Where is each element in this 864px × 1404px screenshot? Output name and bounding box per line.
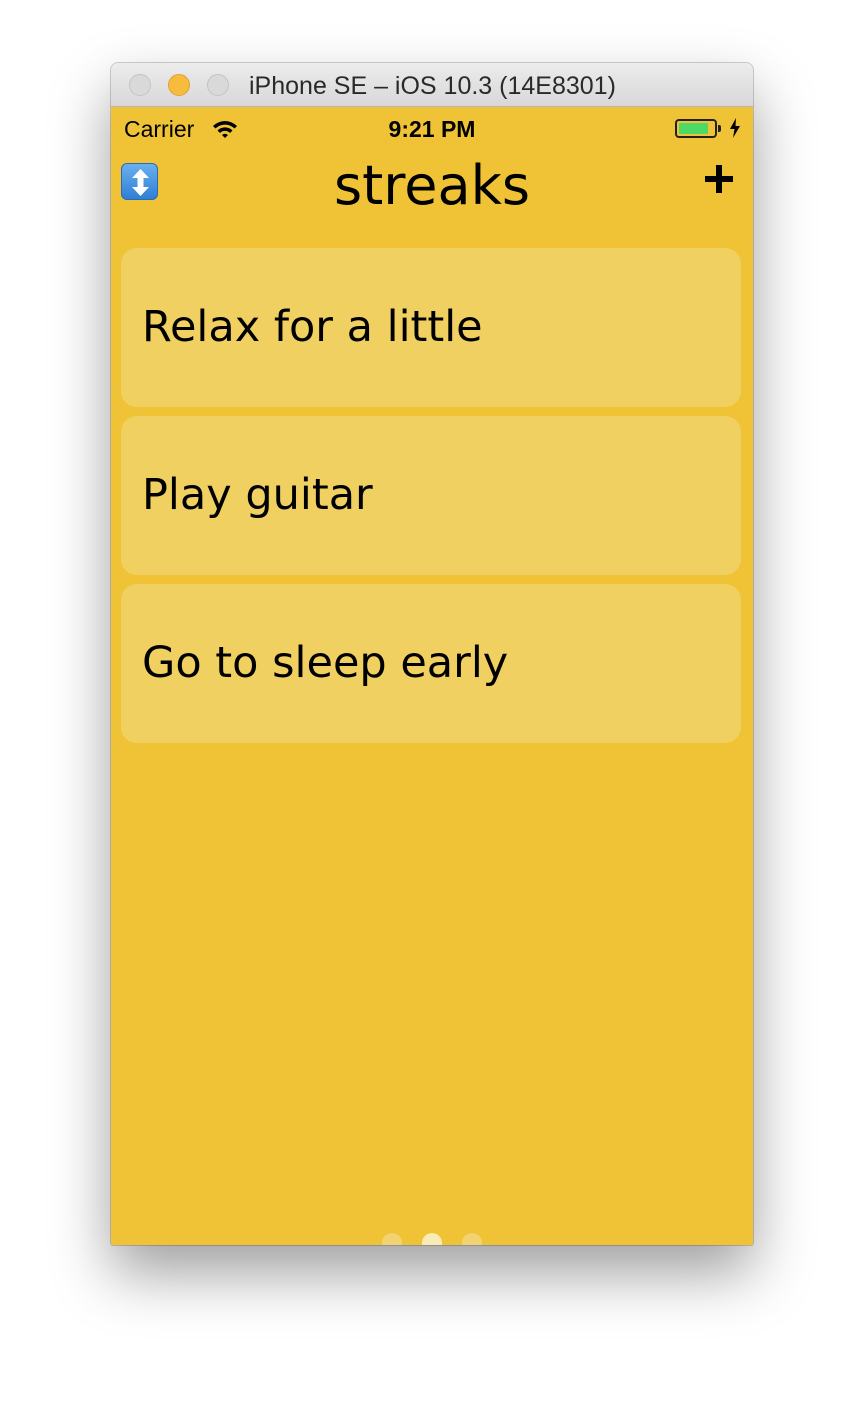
page-dot[interactable] [422,1233,442,1245]
status-bar: Carrier 9:21 PM [111,107,753,151]
navigation-bar: streaks [111,151,753,247]
zoom-window-button[interactable] [207,74,229,96]
minimize-window-button[interactable] [168,74,190,96]
page-control[interactable] [111,1233,753,1245]
charging-bolt-icon [728,117,742,139]
add-streak-button[interactable] [701,161,737,197]
window-titlebar: iPhone SE – iOS 10.3 (14E8301) [111,63,753,107]
device-screen: Carrier 9:21 PM streaks Relax for a litt… [111,107,753,1245]
streak-card[interactable]: Go to sleep early [121,584,741,743]
streak-label: Play guitar [142,470,373,520]
status-time: 9:21 PM [388,116,476,142]
streak-label: Go to sleep early [142,638,509,688]
battery-cap [718,125,721,132]
simulator-window: iPhone SE – iOS 10.3 (14E8301) Carrier 9… [111,63,753,1245]
streak-card[interactable]: Relax for a little [121,248,741,407]
page-title: streaks [333,154,531,217]
close-window-button[interactable] [129,74,151,96]
streak-list: Relax for a little Play guitar Go to sle… [121,248,741,752]
page-dot[interactable] [382,1233,402,1245]
battery-level [679,123,708,134]
page-dot[interactable] [462,1233,482,1245]
window-title: iPhone SE – iOS 10.3 (14E8301) [249,72,616,100]
plus-icon [705,165,733,193]
battery-icon [675,119,717,138]
streak-label: Relax for a little [142,302,483,352]
streak-card[interactable]: Play guitar [121,416,741,575]
